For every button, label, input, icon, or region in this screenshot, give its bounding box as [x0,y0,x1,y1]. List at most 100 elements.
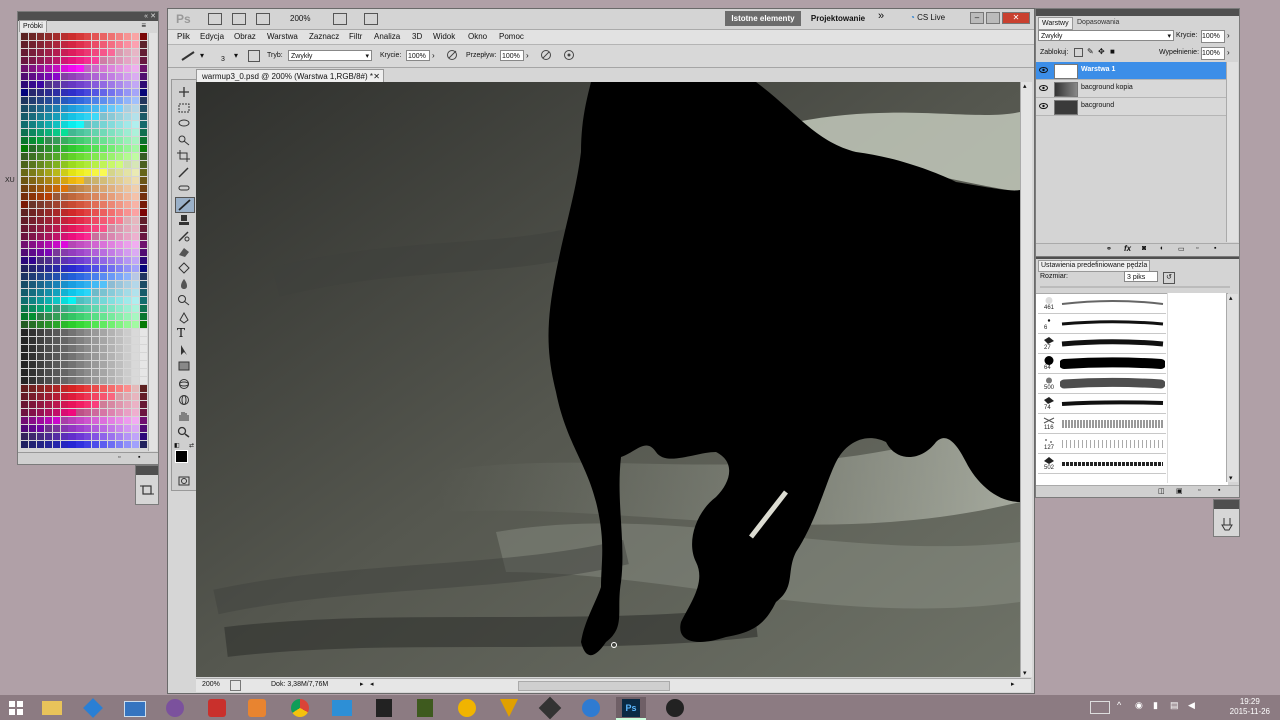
swatch[interactable] [84,73,92,81]
swatch[interactable] [84,225,92,233]
swatch[interactable] [36,305,45,313]
foreground-color-swatch[interactable] [175,450,188,463]
swatch[interactable] [76,33,84,41]
swatch[interactable] [92,393,100,401]
swatch[interactable] [131,321,139,329]
swatch[interactable] [107,361,116,369]
layer-row[interactable]: bacground kopia [1036,80,1226,98]
swatch[interactable] [115,105,124,113]
swatch[interactable] [68,81,76,89]
swatch[interactable] [84,209,92,217]
swatch[interactable] [68,129,76,137]
swatch[interactable] [68,145,76,153]
swatch[interactable] [21,297,29,305]
swatch[interactable] [84,113,92,121]
swatch[interactable] [52,145,60,153]
swatch[interactable] [131,169,139,177]
swatch[interactable] [44,65,52,73]
swatch[interactable] [84,177,92,185]
swatch[interactable] [44,105,52,113]
swatch[interactable] [28,97,37,105]
swatch[interactable] [21,49,29,57]
swatch[interactable] [115,289,124,297]
swatch[interactable] [52,33,60,41]
swatch[interactable] [123,417,131,425]
swatch[interactable] [107,393,116,401]
swatch[interactable] [115,241,124,249]
swatch[interactable] [92,89,100,97]
swatch[interactable] [107,65,116,73]
swatch[interactable] [52,393,60,401]
swatch[interactable] [100,169,108,177]
swatch[interactable] [84,329,92,337]
swatch[interactable] [68,201,76,209]
swatch[interactable] [123,145,131,153]
swatch[interactable] [115,321,124,329]
swatch[interactable] [60,433,68,441]
swatch[interactable] [123,193,131,201]
swatch[interactable] [28,361,37,369]
menu-filtr[interactable]: Filtr [349,32,362,41]
pressure-opacity-icon[interactable] [446,49,458,61]
swatch[interactable] [115,425,124,433]
swatch[interactable] [92,225,100,233]
swatch[interactable] [36,369,45,377]
swatch[interactable] [84,377,92,385]
windows-start-icon[interactable] [4,697,34,718]
close-button[interactable]: ✕ [1002,12,1030,24]
swatch[interactable] [107,81,116,89]
swatch[interactable] [52,113,60,121]
swatch[interactable] [76,41,84,49]
swatch[interactable] [100,105,108,113]
swatch[interactable] [52,409,60,417]
swatch[interactable] [21,257,29,265]
swatch[interactable] [100,417,108,425]
swatch[interactable] [115,409,124,417]
swatch[interactable] [115,361,124,369]
swatch[interactable] [139,249,147,257]
menu-widok[interactable]: Widok [433,32,455,41]
menu-3d[interactable]: 3D [412,32,422,41]
swatch[interactable] [139,433,147,441]
swatch[interactable] [68,153,76,161]
swatch[interactable] [28,177,37,185]
swatch[interactable] [52,105,60,113]
swatch[interactable] [44,305,52,313]
swatch[interactable] [21,113,29,121]
swatch[interactable] [84,161,92,169]
clock[interactable]: 19:29 2015-11-26 [1230,697,1270,717]
swatch[interactable] [44,353,52,361]
zoom-tool-icon[interactable] [177,426,191,438]
app-tray-icon[interactable]: ◉ [1135,700,1143,711]
swatch[interactable] [115,41,124,49]
swatch[interactable] [92,193,100,201]
view-extras-icon[interactable] [256,13,270,25]
swatch[interactable] [139,201,147,209]
swatch[interactable] [21,73,29,81]
brush-preset-item[interactable]: 502 [1038,454,1166,474]
swatch[interactable] [107,385,116,393]
swatch[interactable] [36,441,45,449]
swatch[interactable] [84,193,92,201]
menu-warstwa[interactable]: Warstwa [267,32,298,41]
swatch[interactable] [100,57,108,65]
swatch[interactable] [68,209,76,217]
swatch[interactable] [131,369,139,377]
swatch[interactable] [36,257,45,265]
swatch[interactable] [60,105,68,113]
swatch[interactable] [28,49,37,57]
swatch[interactable] [100,289,108,297]
marquee-tool-icon[interactable] [177,102,191,114]
swatch[interactable] [68,121,76,129]
swatch[interactable] [131,49,139,57]
toggle-brush-panel-icon[interactable]: ◫ [1158,487,1165,495]
swatch[interactable] [115,305,124,313]
swatch[interactable] [44,265,52,273]
swatch[interactable] [84,145,92,153]
swatch[interactable] [28,73,37,81]
swatch[interactable] [52,209,60,217]
fill-slider-icon[interactable]: › [1227,48,1230,57]
swatch[interactable] [60,393,68,401]
swatch[interactable] [60,329,68,337]
player-icon[interactable] [452,697,482,718]
